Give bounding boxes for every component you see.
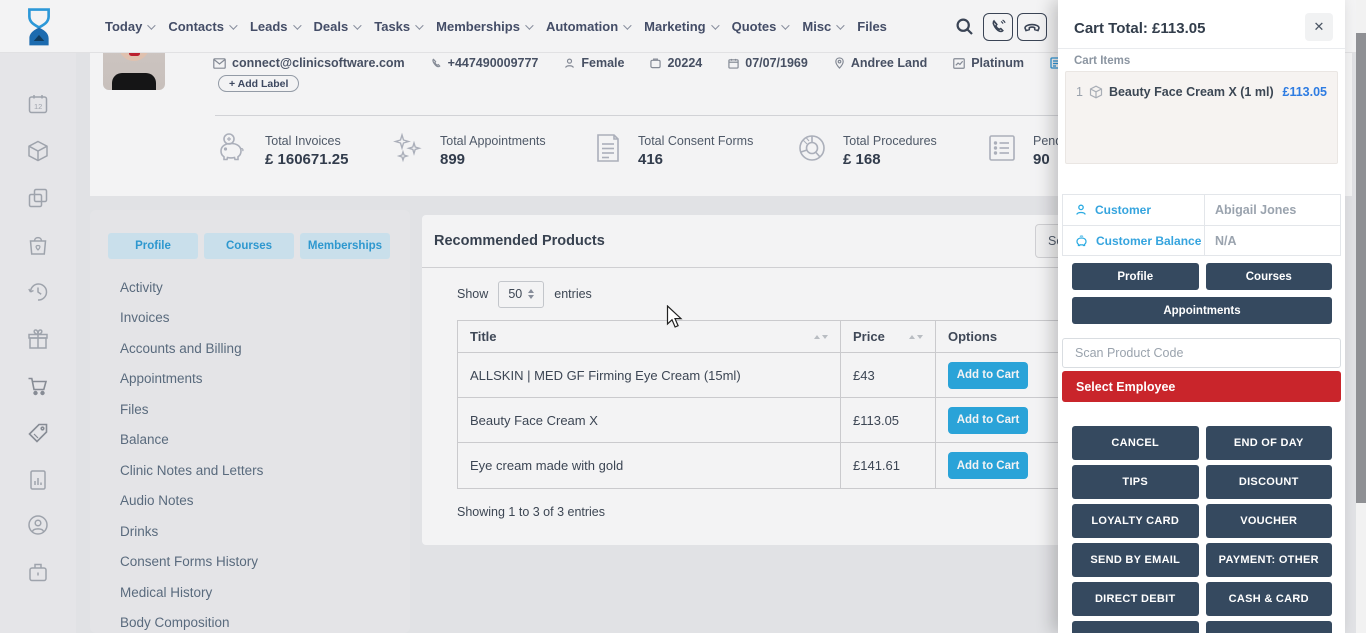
- cart-item-name: Beauty Face Cream X (1 ml): [1109, 85, 1274, 99]
- customer-row[interactable]: Customer Abigail Jones: [1063, 195, 1340, 225]
- cash-and-card-button[interactable]: CASH & CARD: [1206, 582, 1333, 616]
- courses-button[interactable]: Courses: [1206, 263, 1333, 290]
- cart-total: Cart Total: £113.05: [1074, 20, 1205, 37]
- customer-balance-label: Customer Balance: [1096, 234, 1201, 248]
- customer-label: Customer: [1095, 203, 1151, 217]
- payment-other-button[interactable]: PAYMENT: OTHER: [1206, 543, 1333, 577]
- cart-item: 1 Beauty Face Cream X (1 ml) £113.05: [1066, 72, 1337, 99]
- close-icon[interactable]: ✕: [1305, 13, 1333, 41]
- customer-balance-row[interactable]: Customer Balance N/A: [1063, 225, 1340, 255]
- cart-items-box: 1 Beauty Face Cream X (1 ml) £113.05: [1065, 71, 1338, 164]
- piggy-bank-icon: [1075, 235, 1088, 247]
- person-icon: [1075, 204, 1087, 216]
- cart-item-qty: 1: [1076, 85, 1083, 99]
- window-scrollbar[interactable]: [1356, 0, 1366, 633]
- appointments-button[interactable]: Appointments: [1072, 297, 1332, 324]
- cart-panel: Cart Total: £113.05 ✕ Cart Items 1 Beaut…: [1058, 0, 1345, 633]
- cart-items-label: Cart Items: [1074, 55, 1130, 67]
- customer-box: Customer Abigail Jones Customer Balance …: [1062, 194, 1341, 256]
- direct-debit-button[interactable]: DIRECT DEBIT: [1072, 582, 1199, 616]
- package-icon: [1089, 85, 1103, 99]
- loyalty-card-button[interactable]: LOYALTY CARD: [1072, 504, 1199, 538]
- tips-button[interactable]: TIPS: [1072, 465, 1199, 499]
- customer-balance-value: N/A: [1205, 226, 1340, 255]
- app-window: Today Contacts Leads Deals Tasks Members…: [0, 0, 1366, 633]
- profile-button[interactable]: Profile: [1072, 263, 1199, 290]
- cart-item-price: £113.05: [1283, 85, 1328, 99]
- cancel-button[interactable]: CANCEL: [1072, 426, 1199, 460]
- customer-value: Abigail Jones: [1205, 195, 1340, 225]
- select-employee-button[interactable]: Select Employee: [1062, 371, 1341, 402]
- cart-actions-grid: CANCEL END OF DAY TIPS DISCOUNT LOYALTY …: [1072, 426, 1332, 633]
- send-by-email-button[interactable]: SEND BY EMAIL: [1072, 543, 1199, 577]
- cart-action-button[interactable]: [1206, 621, 1333, 633]
- voucher-button[interactable]: VOUCHER: [1206, 504, 1333, 538]
- scan-product-code-input[interactable]: [1062, 338, 1341, 368]
- divider: [1058, 48, 1345, 49]
- cart-nav-buttons: Profile Courses Appointments: [1072, 263, 1332, 324]
- scrollbar-thumb[interactable]: [1356, 33, 1366, 503]
- discount-button[interactable]: DISCOUNT: [1206, 465, 1333, 499]
- end-of-day-button[interactable]: END OF DAY: [1206, 426, 1333, 460]
- cart-action-button[interactable]: [1072, 621, 1199, 633]
